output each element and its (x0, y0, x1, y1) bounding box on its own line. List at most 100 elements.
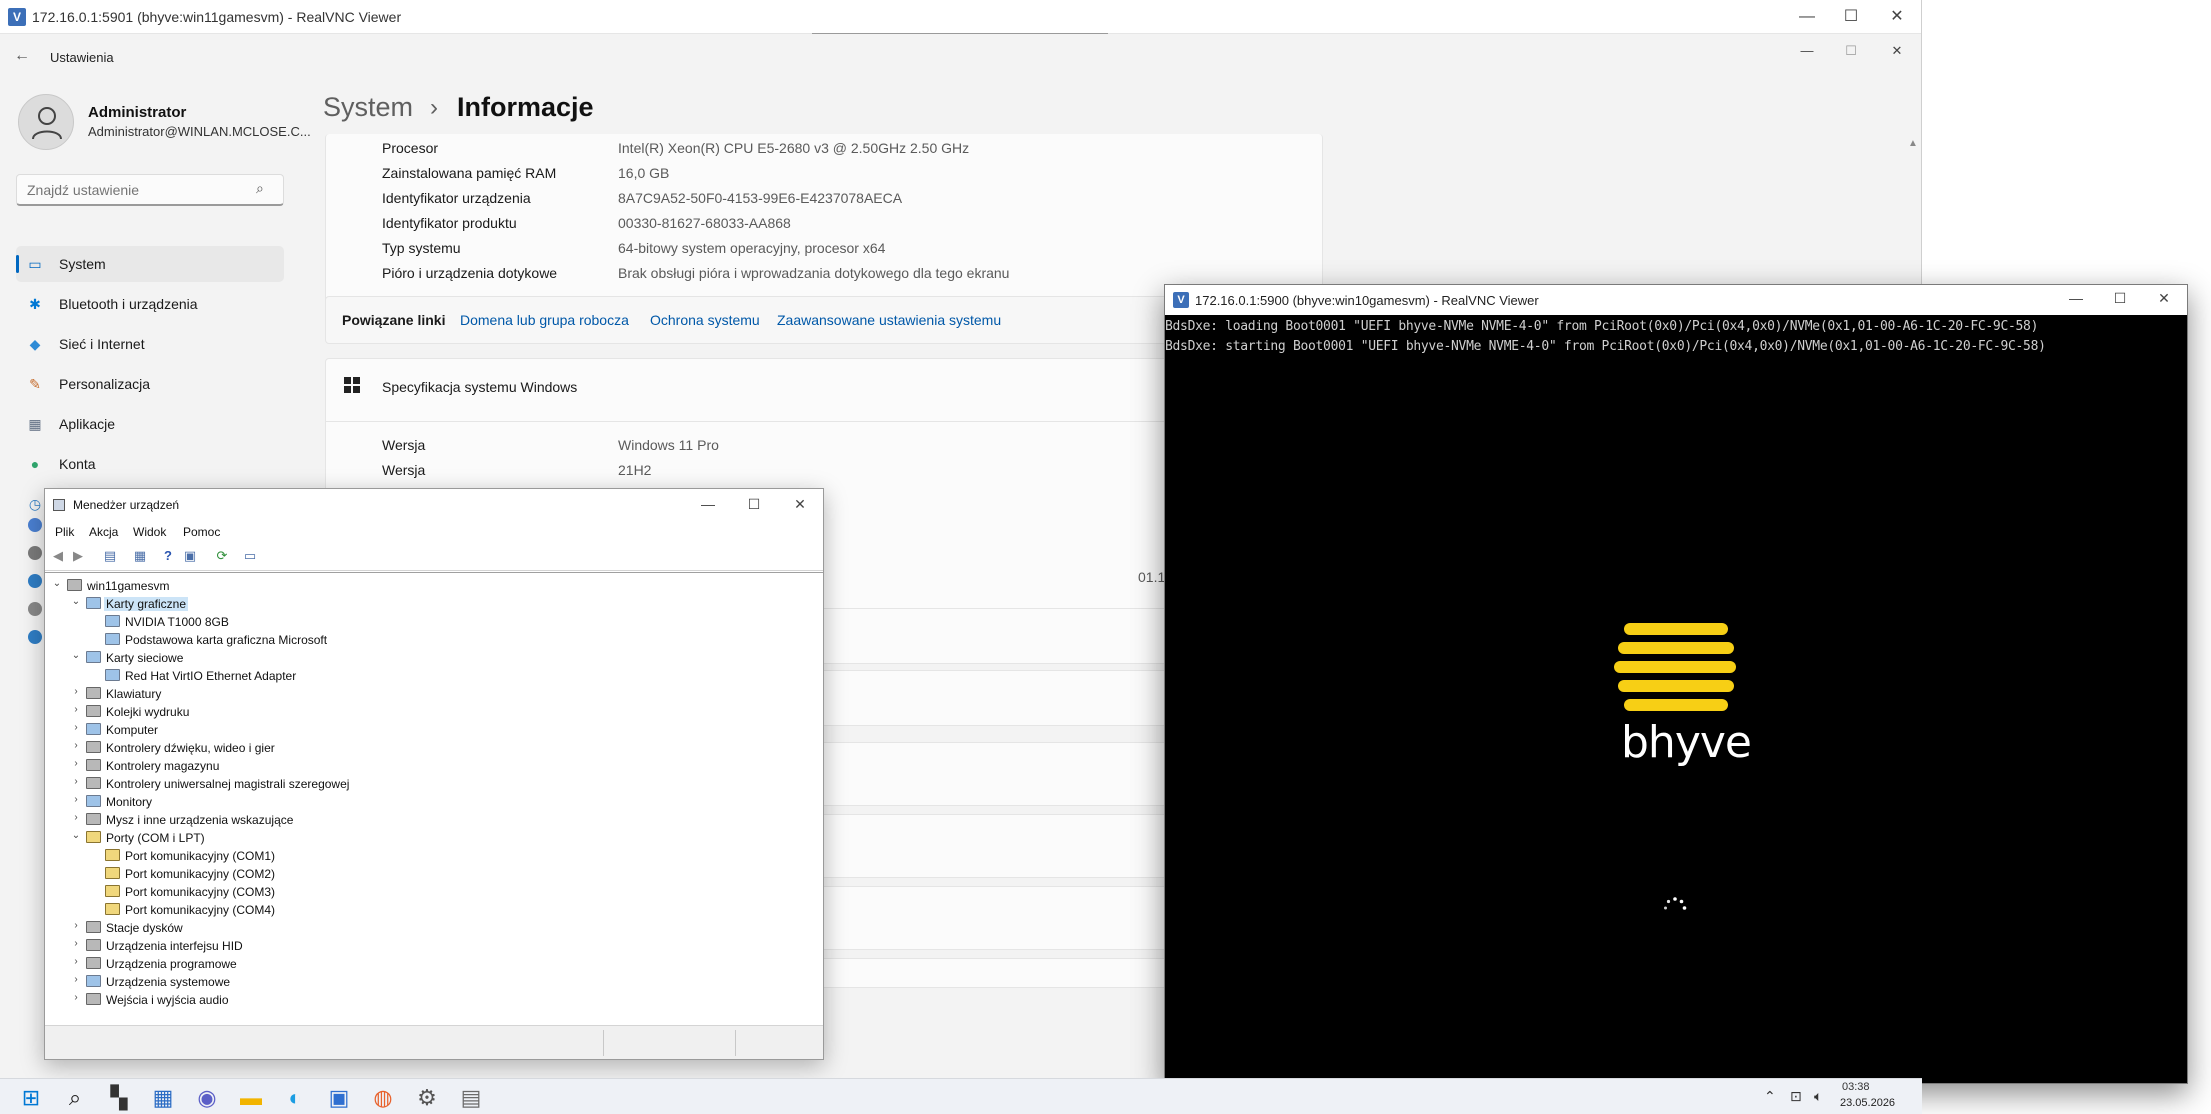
settings-restore-button[interactable]: ☐ (1828, 34, 1874, 68)
link-advanced-system-settings[interactable]: Zaawansowane ustawienia systemu (777, 312, 1001, 328)
dm-maximize-button[interactable]: ☐ (731, 487, 777, 521)
menu-pomoc[interactable]: Pomoc (183, 525, 220, 539)
device-category[interactable]: › Mysz i inne urządzenia wskazujące (70, 811, 490, 829)
collapse-arrow-icon[interactable]: ⌄ (70, 830, 82, 841)
properties-icon[interactable]: ▦ (131, 547, 149, 565)
expand-arrow-icon[interactable]: › (70, 722, 82, 733)
back-arrow-icon[interactable]: ◀ (49, 547, 67, 565)
menu-widok[interactable]: Widok (133, 525, 166, 539)
collapse-arrow-icon[interactable]: ⌄ (70, 596, 82, 607)
device-category[interactable]: › Kolejki wydruku (70, 703, 490, 721)
expand-arrow-icon[interactable]: › (70, 686, 82, 697)
device-item[interactable]: Port komunikacyjny (COM4) (89, 901, 509, 919)
device-manager-title-bar[interactable]: Menedżer urządzeń — ☐ ✕ (45, 489, 823, 521)
tree-root[interactable]: ⌄ win11gamesvm (51, 577, 351, 595)
monitor-icon[interactable]: ▭ (241, 547, 259, 565)
file-explorer-icon[interactable]: ▬ (238, 1085, 264, 1111)
vnc2-title-bar[interactable]: V 172.16.0.1:5900 (bhyve:win10gamesvm) -… (1165, 285, 2187, 315)
sidebar-item-system[interactable]: ▭ System (16, 246, 284, 282)
device-category[interactable]: ⌄ Karty sieciowe (70, 649, 490, 667)
sidebar-item-konta[interactable]: ● Konta (16, 446, 284, 482)
device-category[interactable]: › Kontrolery magazynu (70, 757, 490, 775)
view-icon[interactable]: ▣ (181, 547, 199, 565)
settings-minimize-button[interactable]: — (1784, 34, 1830, 68)
vnc2-minimize-button[interactable]: — (2053, 283, 2099, 313)
expand-arrow-icon[interactable]: › (70, 740, 82, 751)
expand-arrow-icon[interactable]: › (70, 794, 82, 805)
device-category[interactable]: › Kontrolery dźwięku, wideo i gier (70, 739, 490, 757)
device-category[interactable]: › Urządzenia interfejsu HID (70, 937, 490, 955)
collapse-arrow-icon[interactable]: ⌄ (70, 650, 82, 661)
help-icon[interactable]: ? (159, 547, 177, 565)
teams-chat-icon[interactable]: ◉ (194, 1085, 220, 1111)
back-arrow-icon[interactable]: ← (14, 47, 30, 65)
expand-arrow-icon[interactable]: › (70, 938, 82, 949)
start-icon[interactable]: ⊞ (18, 1085, 44, 1111)
expand-arrow-icon[interactable]: › (70, 992, 82, 1003)
expand-arrow-icon[interactable]: › (70, 776, 82, 787)
vnc1-title-bar[interactable]: V 172.16.0.1:5901 (bhyve:win11gamesvm) -… (0, 0, 1921, 34)
breadcrumb-system[interactable]: System (323, 92, 413, 123)
device-category[interactable]: › Klawiatury (70, 685, 490, 703)
search-icon[interactable]: ⌕ (62, 1085, 88, 1111)
settings-search-input[interactable] (16, 174, 284, 206)
expand-arrow-icon[interactable]: › (70, 758, 82, 769)
scan-hardware-icon[interactable]: ⟳ (213, 547, 231, 565)
device-category[interactable]: ⌄ Karty graficzne (70, 595, 490, 613)
sidebar-item-bluetooth-i-urządzenia[interactable]: ✱ Bluetooth i urządzenia (16, 286, 284, 322)
device-category[interactable]: › Monitory (70, 793, 490, 811)
sidebar-item-aplikacje[interactable]: ▦ Aplikacje (16, 406, 284, 442)
dm-close-button[interactable]: ✕ (777, 487, 823, 521)
widgets-icon[interactable]: ▦ (150, 1085, 176, 1111)
task-view-icon[interactable]: ▚ (106, 1085, 132, 1111)
vnc1-close-button[interactable]: ✕ (1874, 0, 1920, 34)
device-category[interactable]: › Stacje dysków (70, 919, 490, 937)
expand-arrow-icon[interactable]: › (70, 704, 82, 715)
expand-arrow-icon[interactable]: › (70, 920, 82, 931)
device-category[interactable]: › Urządzenia programowe (70, 955, 490, 973)
device-manager-icon[interactable]: ▤ (458, 1085, 484, 1111)
settings-icon[interactable]: ⚙ (414, 1085, 440, 1111)
forward-arrow-icon[interactable]: ▶ (69, 547, 87, 565)
vnc2-close-button[interactable]: ✕ (2141, 283, 2187, 313)
device-category[interactable]: › Kontrolery uniwersalnej magistrali szer… (70, 775, 490, 793)
store-icon[interactable]: ▣ (326, 1085, 352, 1111)
vnc1-maximize-button[interactable]: ☐ (1828, 0, 1874, 34)
device-category[interactable]: › Komputer (70, 721, 490, 739)
clock-time[interactable]: 03:38 (1842, 1081, 1870, 1093)
device-item[interactable]: Red Hat VirtIO Ethernet Adapter (89, 667, 509, 685)
expand-arrow-icon[interactable]: › (70, 956, 82, 967)
device-item[interactable]: Podstawowa karta graficzna Microsoft (89, 631, 509, 649)
menu-plik[interactable]: Plik (55, 525, 74, 539)
menu-akcja[interactable]: Akcja (89, 525, 118, 539)
device-category[interactable]: ⌄ Porty (COM i LPT) (70, 829, 490, 847)
dm-minimize-button[interactable]: — (685, 487, 731, 521)
search-icon[interactable]: ⌕ (256, 180, 264, 197)
device-item[interactable]: NVIDIA T1000 8GB (89, 613, 509, 631)
sidebar-item-sieć-i-internet[interactable]: ◆ Sieć i Internet (16, 326, 284, 362)
scroll-up-arrow-icon[interactable]: ▲ (1908, 138, 1918, 149)
device-item[interactable]: Port komunikacyjny (COM3) (89, 883, 509, 901)
disk-drive-icon (86, 921, 101, 933)
device-item[interactable]: Port komunikacyjny (COM1) (89, 847, 509, 865)
network-icon[interactable]: ⊡ (1790, 1088, 1802, 1105)
sidebar-item-personalizacja[interactable]: ✎ Personalizacja (16, 366, 284, 402)
avatar[interactable] (18, 94, 74, 150)
firefox-icon[interactable]: ◍ (370, 1085, 396, 1111)
settings-close-button[interactable]: ✕ (1874, 34, 1920, 68)
collapse-arrow-icon[interactable]: ⌄ (51, 578, 63, 589)
link-system-protection[interactable]: Ochrona systemu (650, 312, 760, 328)
expand-arrow-icon[interactable]: › (70, 974, 82, 985)
vnc2-maximize-button[interactable]: ☐ (2097, 283, 2143, 313)
edge-icon[interactable]: ◐ (282, 1085, 308, 1111)
expand-arrow-icon[interactable]: › (70, 812, 82, 823)
device-item[interactable]: Port komunikacyjny (COM2) (89, 865, 509, 883)
vnc1-minimize-button[interactable]: — (1784, 0, 1830, 34)
chevron-up-icon[interactable]: ⌃ (1764, 1088, 1776, 1105)
link-domain-workgroup[interactable]: Domena lub grupa robocza (460, 312, 629, 328)
clock-date[interactable]: 23.05.2026 (1840, 1097, 1895, 1109)
device-category[interactable]: › Urządzenia systemowe (70, 973, 490, 991)
volume-icon[interactable]: 🔈︎ (1814, 1088, 1822, 1105)
show-hide-console-tree-icon[interactable]: ▤ (101, 547, 119, 565)
device-category[interactable]: › Wejścia i wyjścia audio (70, 991, 490, 1009)
